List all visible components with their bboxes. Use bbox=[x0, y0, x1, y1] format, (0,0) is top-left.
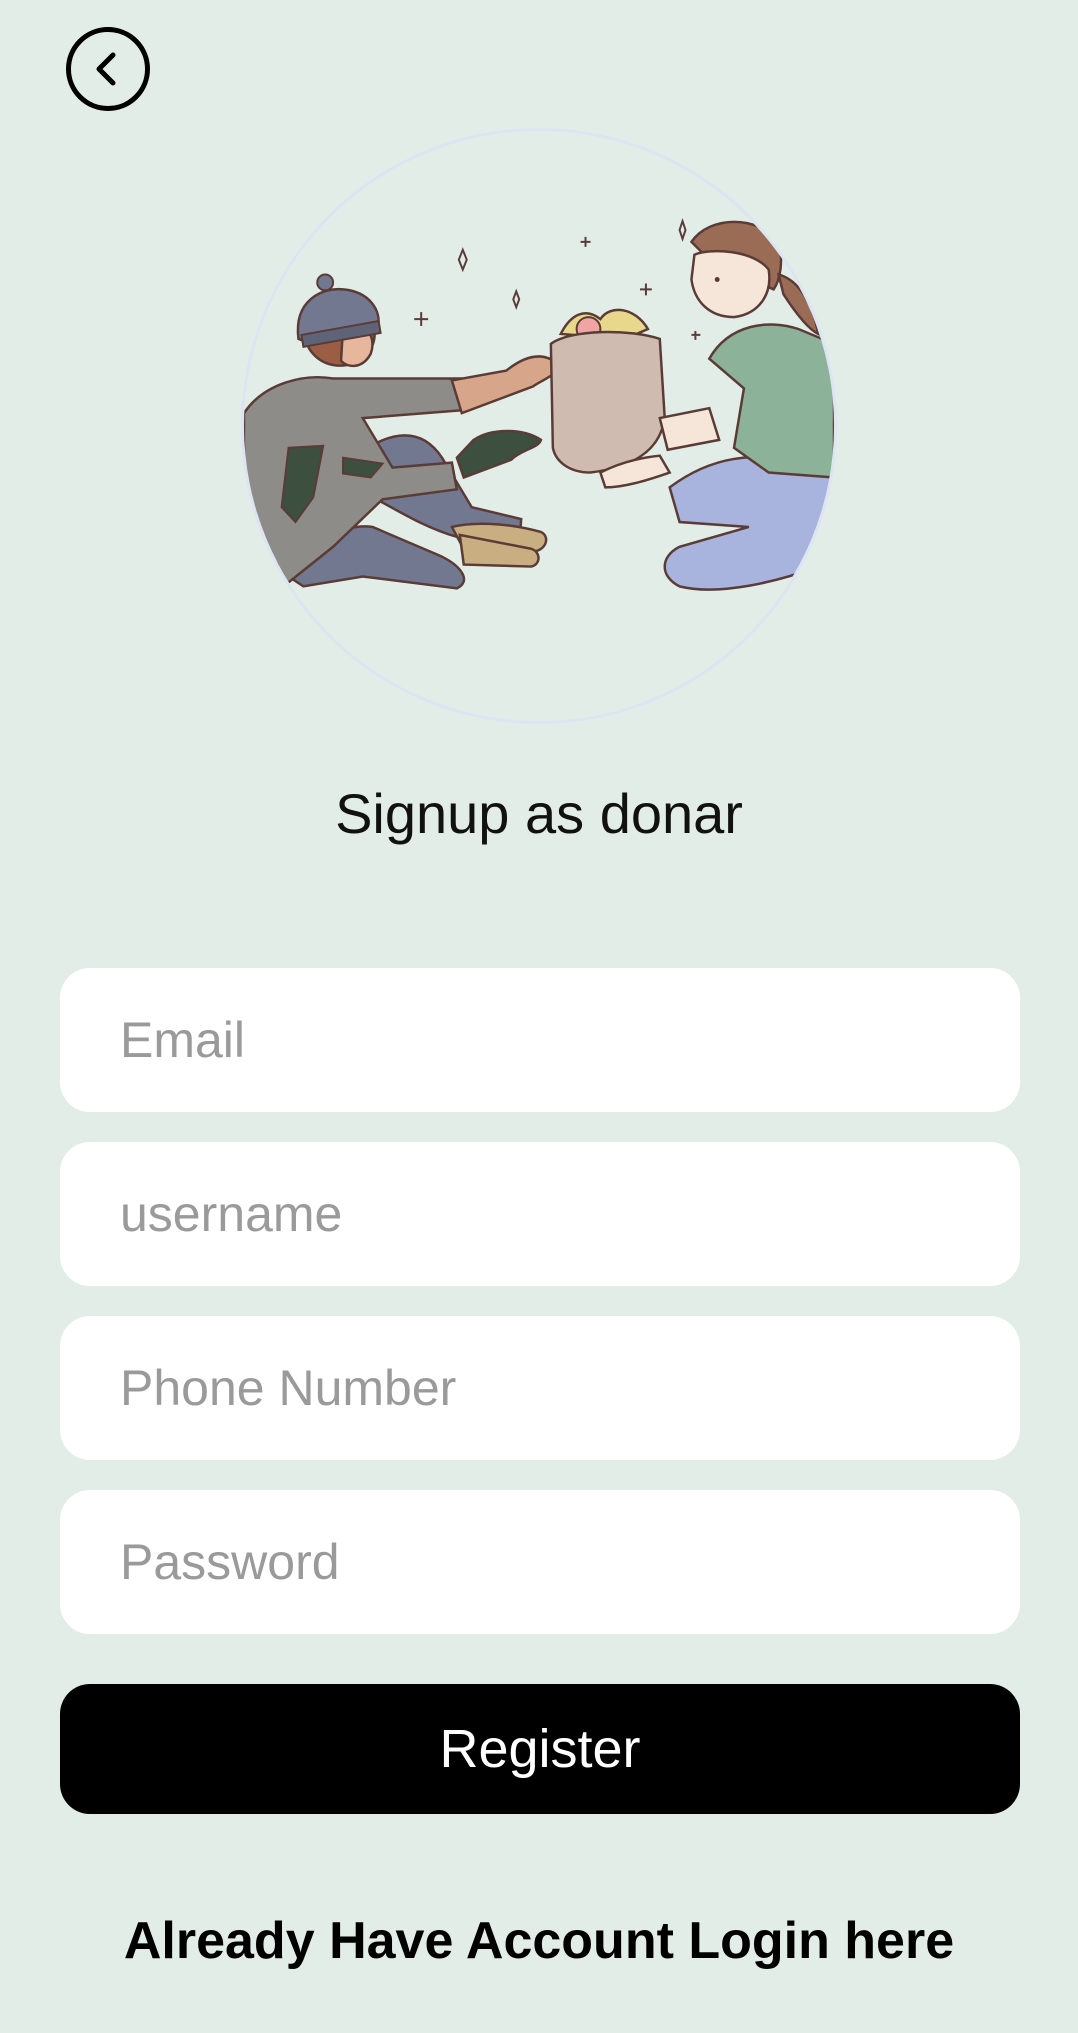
register-button[interactable]: Register bbox=[60, 1684, 1020, 1814]
login-link[interactable]: Already Have Account Login here bbox=[0, 1906, 1078, 1976]
email-field[interactable] bbox=[60, 968, 1020, 1112]
back-button[interactable] bbox=[66, 27, 150, 111]
username-input[interactable] bbox=[60, 1142, 1020, 1286]
chevron-left-icon bbox=[96, 52, 116, 86]
page-title: Signup as donar bbox=[335, 782, 743, 845]
email-input[interactable] bbox=[60, 968, 1020, 1112]
password-field[interactable] bbox=[60, 1490, 1020, 1634]
username-field[interactable] bbox=[60, 1142, 1020, 1286]
hero-illustration bbox=[241, 128, 837, 724]
phone-input[interactable] bbox=[60, 1316, 1020, 1460]
password-input[interactable] bbox=[60, 1490, 1020, 1634]
phone-field[interactable] bbox=[60, 1316, 1020, 1460]
donation-illustration bbox=[244, 217, 834, 598]
